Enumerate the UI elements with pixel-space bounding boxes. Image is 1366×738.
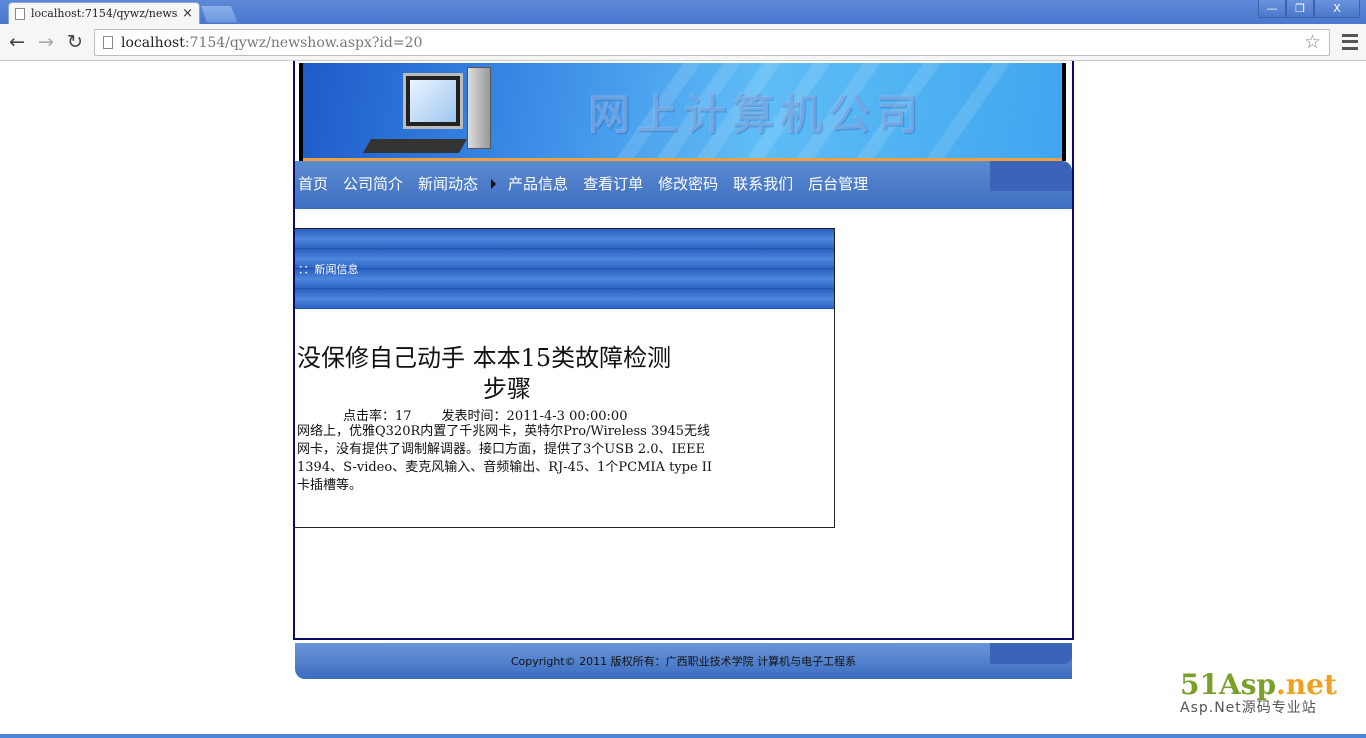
copyright-text: Copyright© 2011 版权所有：广西职业技术学院 计算机与电子工程系 [510, 655, 857, 668]
watermark-sub: Asp.Net源码专业站 [1180, 700, 1317, 716]
nav-item-admin[interactable]: 后台管理 [808, 173, 868, 194]
new-tab-button[interactable] [199, 5, 239, 23]
browser-tab[interactable]: localhost:7154/qywz/newshow.aspx?id=20 × [8, 2, 200, 24]
title-bar: localhost:7154/qywz/newshow.aspx?id=20 ×… [0, 0, 1366, 24]
site-banner: 网上计算机公司 [299, 63, 1066, 161]
main-nav: 首页 公司简介 新闻动态 产品信息 查看订单 修改密码 联系我们 后台管理 [295, 161, 1072, 209]
restore-button[interactable]: ❐ [1286, 0, 1314, 18]
back-button[interactable]: ← [6, 30, 28, 54]
address-bar[interactable]: localhost:7154/qywz/newshow.aspx?id=20 ☆ [94, 29, 1330, 56]
window-controls: — ❐ X [1258, 0, 1360, 18]
news-title-line1: 没保修自己动手 本本15类故障检测 [297, 344, 672, 372]
page-container: 网上计算机公司 首页 公司简介 新闻动态 产品信息 查看订单 修改密码 联系我们… [293, 61, 1074, 640]
news-title: 没保修自己动手 本本15类故障检测 步骤 [297, 343, 717, 405]
tab-title: localhost:7154/qywz/newshow.aspx?id=20 [31, 7, 178, 20]
menu-icon[interactable] [1342, 32, 1358, 52]
nav-item-orders[interactable]: 查看订单 [583, 173, 643, 194]
submenu-arrow-icon [491, 178, 497, 189]
taskbar-edge [0, 734, 1366, 738]
minimize-button[interactable]: — [1258, 0, 1286, 18]
nav-item-about[interactable]: 公司简介 [343, 173, 403, 194]
watermark-logo: 51Asp.net Asp.Net源码专业站 [1180, 668, 1337, 717]
browser-toolbar: ← → ↻ localhost:7154/qywz/newshow.aspx?i… [0, 24, 1366, 61]
nav-item-news[interactable]: 新闻动态 [418, 173, 478, 194]
page-icon [103, 36, 113, 49]
publish-time: 发表时间：2011-4-3 00:00:00 [441, 409, 628, 424]
close-tab-icon[interactable]: × [182, 6, 193, 21]
nav-item-products[interactable]: 产品信息 [508, 173, 568, 194]
news-meta: 点击率：17 发表时间：2011-4-3 00:00:00 [343, 405, 627, 424]
forward-button[interactable]: → [35, 30, 57, 54]
news-body: 网络上，优雅Q320R内置了千兆网卡，英特尔Pro/Wireless 3945无… [297, 424, 713, 493]
nav-item-password[interactable]: 修改密码 [658, 173, 718, 194]
news-title-line2: 步骤 [483, 375, 531, 403]
browser-window: localhost:7154/qywz/newshow.aspx?id=20 ×… [0, 0, 1366, 738]
banner-title: 网上计算机公司 [588, 90, 925, 139]
nav-item-contact[interactable]: 联系我们 [733, 173, 793, 194]
news-panel: ：：新闻信息 没保修自己动手 本本15类故障检测 步骤 点击率：17 发表时间：2… [295, 228, 835, 528]
site-footer: Copyright© 2011 版权所有：广西职业技术学院 计算机与电子工程系 [295, 643, 1072, 679]
url-path: :7154/qywz/newshow.aspx?id=20 [184, 34, 423, 51]
click-count: 点击率：17 [343, 409, 412, 424]
news-section-label: ：：新闻信息 [298, 263, 359, 276]
page-icon [15, 7, 25, 20]
reload-button[interactable]: ↻ [64, 30, 86, 54]
url-host: localhost [121, 34, 185, 51]
nav-item-home[interactable]: 首页 [298, 173, 328, 194]
url-text: localhost:7154/qywz/newshow.aspx?id=20 [121, 35, 422, 51]
news-header: ：：新闻信息 [295, 229, 834, 309]
computer-icon [362, 67, 503, 157]
bookmark-star-icon[interactable]: ☆ [1304, 31, 1321, 53]
close-window-button[interactable]: X [1314, 0, 1360, 18]
